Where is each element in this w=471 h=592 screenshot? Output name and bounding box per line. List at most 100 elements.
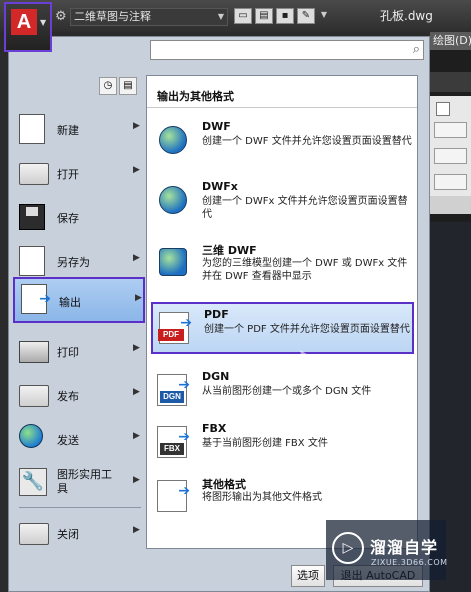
save-as-icon (19, 246, 49, 276)
menu-item-label: 发布 (57, 390, 79, 403)
watermark: ▷ 溜溜自学 ZIXUE.3D66.COM (326, 520, 448, 580)
export-icon: ➔ (21, 284, 51, 314)
dwfx-globe-icon (157, 184, 189, 216)
watermark-url: ZIXUE.3D66.COM (371, 558, 448, 567)
drawing-utilities-icon: 🔧 (19, 468, 49, 498)
menu-item-label: 打开 (57, 168, 79, 181)
menu-item-publish[interactable]: 发布 ▶ (13, 375, 145, 415)
export-title: DWF (202, 120, 231, 133)
export-dgn[interactable]: DGN ➔ DGN 从当前图形创建一个或多个 DGN 文件 (151, 366, 414, 410)
drawing-tab[interactable]: 绘图(D) (430, 32, 471, 50)
menu-item-label: 发送 (57, 434, 79, 447)
fbx-icon: FBX ➔ (157, 426, 190, 458)
chevron-down-icon: ▼ (40, 18, 47, 27)
menu-item-close[interactable]: 关闭 ▶ (13, 513, 145, 553)
gear-icon[interactable]: ⚙ (55, 9, 67, 24)
submenu-separator (147, 107, 417, 108)
export-description: 创建一个 DWFx 文件并允许您设置页面设置替代 (202, 196, 408, 220)
menu-item-export[interactable]: ➔ 输出 ▶ (13, 277, 145, 323)
export-fbx[interactable]: FBX ➔ FBX 基于当前图形创建 FBX 文件 (151, 418, 414, 462)
search-input[interactable]: ⌕ (150, 40, 424, 60)
chevron-down-icon: ▼ (217, 12, 224, 21)
menu-item-new[interactable]: 新建 ▶ (13, 109, 145, 149)
menu-item-print[interactable]: 打印 ▶ (13, 331, 145, 371)
title-bar: ⚙ 二维草图与注释 ▼ ▭ ▤ ▪ ✎ ▼ 孔板.dwg (0, 0, 471, 32)
chevron-right-icon: ▶ (133, 525, 140, 535)
export-description: 从当前图形创建一个或多个 DGN 文件 (202, 386, 372, 397)
application-menu-button[interactable]: A ▼ (4, 2, 52, 52)
chevron-right-icon: ▶ (133, 253, 140, 263)
menu-item-label: 新建 (57, 124, 79, 137)
menu-item-label: 图形实用工具 (57, 468, 112, 495)
export-dwf[interactable]: DWF 创建一个 DWF 文件并允许您设置页面设置替代 (151, 116, 414, 164)
workspace-select[interactable]: 二维草图与注释 ▼ (70, 8, 228, 26)
send-globe-icon (19, 424, 49, 454)
open-documents-icon[interactable]: ▤ (119, 77, 137, 95)
export-title: DGN (202, 370, 230, 383)
export-description: 创建一个 PDF 文件并允许您设置页面设置替代 (204, 324, 410, 335)
menu-item-save-as[interactable]: 另存为 ▶ (13, 241, 145, 281)
menu-item-send[interactable]: 发送 ▶ (13, 419, 145, 459)
open-folder-icon (19, 158, 49, 188)
chevron-right-icon: ▶ (133, 165, 140, 175)
qat-more-icon[interactable]: ▼ (318, 8, 330, 24)
chevron-right-icon: ▶ (133, 387, 140, 397)
menu-item-label: 打印 (57, 346, 79, 359)
menu-item-save[interactable]: 保存 (13, 197, 145, 237)
ribbon-dropdown[interactable] (434, 174, 467, 190)
recent-docs-buttons: ◷ ▤ (99, 77, 137, 95)
export-description: 基于当前图形创建 FBX 文件 (202, 438, 328, 449)
save-as-icon[interactable]: ✎ (297, 8, 315, 24)
search-icon[interactable]: ⌕ (413, 42, 420, 57)
quick-access-toolbar: ▭ ▤ ▪ ✎ ▼ (234, 8, 330, 24)
dwf-globe-icon (157, 124, 189, 156)
new-icon[interactable]: ▭ (234, 8, 252, 24)
other-formats-icon: ➔ (157, 480, 190, 512)
new-doc-icon (19, 114, 49, 144)
publish-icon (19, 380, 49, 410)
export-pdf[interactable]: PDF ➔ PDF 创建一个 PDF 文件并允许您设置页面设置替代 (151, 302, 414, 354)
watermark-text: 溜溜自学 (370, 538, 439, 557)
export-title: 三维 DWF (202, 244, 257, 257)
export-submenu: 输出为其他格式 DWF 创建一个 DWF 文件并允许您设置页面设置替代 DWFx… (146, 75, 418, 549)
pdf-icon: PDF ➔ (158, 312, 192, 344)
submenu-title: 输出为其他格式 (157, 90, 234, 103)
ribbon-dropdown[interactable] (434, 122, 467, 138)
chevron-right-icon: ▶ (133, 121, 140, 131)
menu-item-open[interactable]: 打开 ▶ (13, 153, 145, 193)
play-logo-icon: ▷ (332, 532, 364, 564)
open-icon[interactable]: ▤ (255, 8, 273, 24)
dgn-icon: DGN ➔ (157, 374, 190, 406)
export-title: 其他格式 (202, 478, 246, 491)
ribbon-tool-icon[interactable] (436, 102, 450, 116)
application-menu: ⌕ ◷ ▤ 新建 ▶ 打开 ▶ 保存 另存为 ▶ ➔ 输出 ▶ 打印 ▶ 发布 … (8, 36, 430, 592)
ribbon-footer (430, 196, 471, 214)
export-other-formats[interactable]: ➔ 其他格式 将图形输出为其他文件格式 (151, 472, 414, 516)
menu-item-label: 另存为 (57, 256, 90, 269)
export-description: 创建一个 DWF 文件并允许您设置页面设置替代 (202, 136, 412, 147)
3d-dwf-icon (157, 246, 189, 278)
export-title: PDF (204, 308, 229, 321)
recent-documents-icon[interactable]: ◷ (99, 77, 117, 95)
document-title: 孔板.dwg (380, 9, 433, 23)
autocad-logo-icon: A (11, 9, 37, 35)
menu-separator (19, 507, 141, 508)
close-folder-icon (19, 518, 49, 548)
chevron-right-icon: ▶ (133, 343, 140, 353)
floppy-save-icon (19, 202, 49, 232)
workspace-label: 二维草图与注释 (74, 10, 151, 23)
export-dwfx[interactable]: DWFx 创建一个 DWFx 文件并允许您设置页面设置替代 (151, 176, 414, 226)
menu-strip (430, 72, 471, 92)
save-icon[interactable]: ▪ (276, 8, 294, 24)
export-3d-dwf[interactable]: 三维 DWF 为您的三维模型创建一个 DWF 或 DWFx 文件并在 DWF 查… (151, 238, 414, 290)
drawing-window-backdrop: 绘图(D) (430, 32, 471, 592)
menu-item-label: 保存 (57, 212, 79, 225)
ribbon-dropdown[interactable] (434, 148, 467, 164)
menu-item-label: 关闭 (57, 528, 79, 541)
menu-item-label: 输出 (59, 296, 81, 309)
ribbon-panel (430, 96, 471, 214)
options-button[interactable]: 选项 (291, 565, 325, 587)
menu-item-drawing-utilities[interactable]: 🔧 图形实用工具 ▶ (13, 463, 145, 503)
export-description: 将图形输出为其他文件格式 (202, 492, 322, 503)
export-description: 为您的三维模型创建一个 DWF 或 DWFx 文件并在 DWF 查看器中显示 (202, 258, 408, 282)
